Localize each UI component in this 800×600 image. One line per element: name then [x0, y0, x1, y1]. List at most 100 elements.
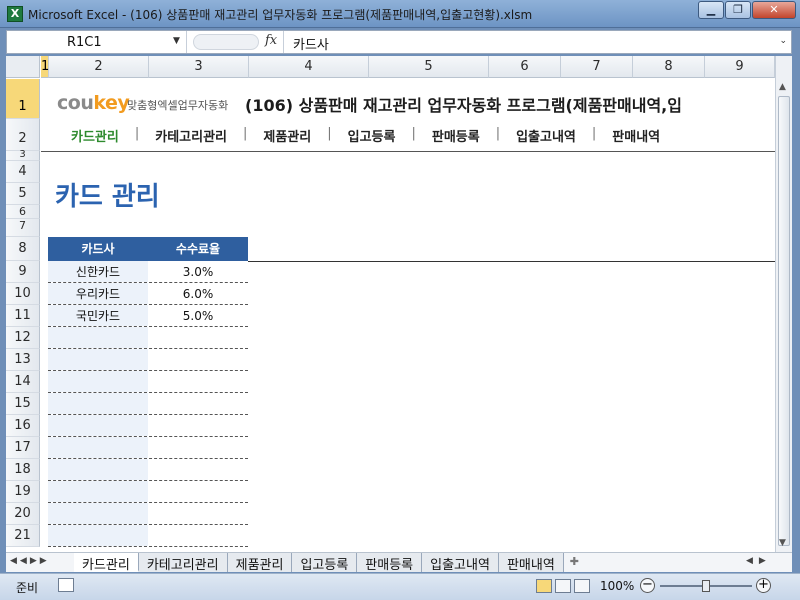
menu-card-management[interactable]: 카드관리 [55, 126, 135, 145]
logo-text: cou [57, 92, 94, 114]
row-header[interactable]: 12 [6, 327, 40, 349]
menu-category-management[interactable]: 카테고리관리 [139, 126, 243, 145]
select-all-corner[interactable] [6, 56, 40, 78]
minimize-button[interactable]: ▁ [698, 1, 724, 19]
excel-icon[interactable]: X [7, 6, 23, 22]
scroll-up-icon[interactable]: ▲ [779, 82, 786, 92]
header-card-company[interactable]: 카드사 [48, 237, 148, 261]
column-header[interactable]: 5 [369, 56, 489, 78]
close-button[interactable]: ✕ [752, 1, 796, 19]
card-company-cell[interactable]: 우리카드 [48, 283, 148, 304]
card-company-cell[interactable]: 국민카드 [48, 305, 148, 326]
tab-category-management[interactable]: 카테고리관리 [138, 553, 228, 573]
row-header[interactable]: 6 [6, 205, 40, 219]
expand-formula-icon[interactable]: ⌄ [779, 36, 787, 46]
tab-inout-history[interactable]: 입출고내역 [422, 553, 499, 573]
menu-inout-history[interactable]: 입출고내역 [500, 126, 592, 145]
header-fee-rate[interactable]: 수수료율 [148, 237, 248, 261]
menu-stock-in[interactable]: 입고등록 [332, 126, 412, 145]
name-box[interactable]: R1C1 ▼ [7, 31, 187, 53]
chevron-down-icon[interactable]: ▼ [173, 36, 180, 46]
empty-cell[interactable] [148, 415, 248, 436]
row-header[interactable]: 11 [6, 305, 40, 327]
row-header[interactable]: 13 [6, 349, 40, 371]
zoom-out-icon[interactable]: − [640, 578, 655, 593]
zoom-in-icon[interactable]: + [756, 578, 771, 593]
tab-product-management[interactable]: 제품관리 [227, 553, 293, 573]
row-header[interactable]: 1 [6, 79, 40, 119]
empty-cell[interactable] [48, 349, 148, 370]
row-header[interactable]: 3 [6, 150, 40, 161]
row-header[interactable]: 2 [6, 119, 40, 151]
zoom-level[interactable]: 100% [600, 579, 634, 593]
empty-cell[interactable] [48, 459, 148, 480]
row-header[interactable]: 10 [6, 283, 40, 305]
row-header[interactable]: 5 [6, 183, 40, 205]
insert-sheet-icon[interactable]: ✚ [564, 553, 585, 572]
column-header[interactable]: 4 [249, 56, 369, 78]
row-header[interactable]: 7 [6, 219, 40, 237]
insert-function-icon[interactable]: fx [265, 33, 277, 48]
row-header[interactable]: 4 [6, 161, 40, 183]
row-header[interactable]: 18 [6, 459, 40, 481]
fee-rate-cell[interactable]: 3.0% [148, 261, 248, 282]
empty-cell[interactable] [48, 503, 148, 524]
empty-cell[interactable] [48, 415, 148, 436]
empty-cell[interactable] [148, 349, 248, 370]
formula-input[interactable]: 카드사 [293, 34, 329, 53]
tab-navigation-icon[interactable]: ◀◀▶▶ [10, 556, 50, 566]
tab-stock-in[interactable]: 입고등록 [292, 553, 358, 573]
empty-cell[interactable] [148, 503, 248, 524]
zoom-slider-thumb[interactable] [702, 580, 710, 592]
macro-record-icon[interactable] [58, 578, 74, 592]
empty-cell[interactable] [148, 437, 248, 458]
menu-sales-history[interactable]: 판매내역 [596, 126, 676, 145]
card-company-cell[interactable]: 신한카드 [48, 261, 148, 282]
empty-cell[interactable] [48, 481, 148, 502]
empty-cell[interactable] [48, 327, 148, 348]
vertical-scrollbar[interactable]: ▲ ▼ [775, 56, 792, 552]
empty-cell[interactable] [48, 393, 148, 414]
tab-sales-history[interactable]: 판매내역 [498, 553, 564, 573]
fee-rate-cell[interactable]: 5.0% [148, 305, 248, 326]
page-break-view-icon[interactable] [574, 579, 590, 593]
tab-sales-entry[interactable]: 판매등록 [357, 553, 423, 573]
empty-cell[interactable] [148, 459, 248, 480]
normal-view-icon[interactable] [536, 579, 552, 593]
scroll-down-icon[interactable]: ▼ [779, 538, 786, 548]
row-header[interactable]: 17 [6, 437, 40, 459]
empty-cell[interactable] [148, 481, 248, 502]
empty-cell[interactable] [48, 525, 148, 546]
tab-card-management[interactable]: 카드관리 [74, 553, 139, 573]
fee-rate-cell[interactable]: 6.0% [148, 283, 248, 304]
column-header[interactable]: 8 [633, 56, 705, 78]
column-header[interactable]: 7 [561, 56, 633, 78]
row-header[interactable]: 9 [6, 261, 40, 283]
column-header[interactable]: 2 [49, 56, 149, 78]
empty-cell[interactable] [48, 437, 148, 458]
column-header[interactable]: 9 [705, 56, 775, 78]
column-header[interactable]: 6 [489, 56, 561, 78]
menu-sales-entry[interactable]: 판매등록 [416, 126, 496, 145]
empty-cell[interactable] [148, 525, 248, 546]
menu-product-management[interactable]: 제품관리 [247, 126, 327, 145]
restore-button[interactable]: ❐ [725, 1, 751, 19]
empty-cell[interactable] [148, 371, 248, 392]
row-header[interactable]: 20 [6, 503, 40, 525]
column-header[interactable]: 1 [41, 56, 49, 78]
empty-cell[interactable] [148, 393, 248, 414]
row-header[interactable]: 19 [6, 481, 40, 503]
horizontal-scroll-icon[interactable]: ◀▶ [746, 556, 772, 566]
sheet-menu: 카드관리 | 카테고리관리 | 제품관리 | 입고등록 | 판매등록 | 입출고내역 | 판… [55, 126, 676, 145]
row-header[interactable]: 21 [6, 525, 40, 547]
row-header[interactable]: 16 [6, 415, 40, 437]
cell-area[interactable]: coukey 맞춤형엑셀업무자동화 (106) 상품판매 재고관리 업무자동화 … [41, 79, 775, 552]
empty-cell[interactable] [148, 327, 248, 348]
row-header[interactable]: 8 [6, 237, 40, 261]
page-layout-view-icon[interactable] [555, 579, 571, 593]
row-header[interactable]: 14 [6, 371, 40, 393]
column-header[interactable]: 3 [149, 56, 249, 78]
row-header[interactable]: 15 [6, 393, 40, 415]
scroll-thumb[interactable] [778, 96, 790, 546]
empty-cell[interactable] [48, 371, 148, 392]
